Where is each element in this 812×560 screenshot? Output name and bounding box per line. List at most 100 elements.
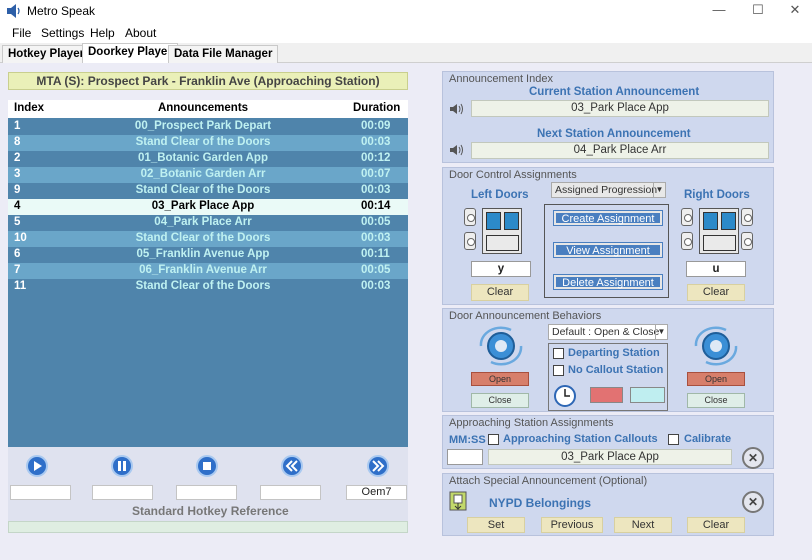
menu-about[interactable]: About xyxy=(125,26,156,40)
cell-announcement: 03_Park Place App xyxy=(151,200,255,212)
view-assignment-button[interactable]: View Assignment xyxy=(553,242,663,258)
close-button[interactable]: ✕ xyxy=(772,0,812,23)
menu-file[interactable]: File xyxy=(12,26,31,40)
behavior-options-box: Departing Station No Callout Station xyxy=(548,343,668,411)
table-row[interactable]: 3 02_Botanic Garden Arr 00:07 xyxy=(8,167,408,183)
cyan-color-swatch[interactable] xyxy=(630,387,665,403)
table-row[interactable]: 9 Stand Clear of the Doors 00:03 xyxy=(8,183,408,199)
fast-forward-icon xyxy=(372,460,385,472)
left-toggle-bottom[interactable] xyxy=(464,232,476,250)
right-toggle-far-bottom[interactable] xyxy=(741,232,753,250)
previous-button-special[interactable]: Previous xyxy=(541,517,603,533)
behavior-dropdown[interactable]: Default : Open & Close ▼ xyxy=(548,324,668,340)
attachment-icon xyxy=(449,491,467,511)
chevron-down-icon: ▼ xyxy=(653,183,665,197)
left-clear-button[interactable]: Clear xyxy=(471,284,529,301)
tab-doorkey-player[interactable]: Doorkey Player xyxy=(82,43,178,63)
left-door-gear-icon[interactable] xyxy=(473,325,529,367)
table-row[interactable]: 4 03_Park Place App 00:14 xyxy=(8,199,408,215)
approaching-callouts-label: Approaching Station Callouts xyxy=(503,433,658,445)
left-toggle-top[interactable] xyxy=(464,208,476,226)
cell-duration: 00:12 xyxy=(361,152,391,164)
assignment-box: Create Assignment View Assignment Delete… xyxy=(544,204,669,298)
right-key-field[interactable]: u xyxy=(686,261,746,277)
speaker-icon[interactable] xyxy=(449,103,465,115)
table-row[interactable]: 7 06_Franklin Avenue Arr 00:05 xyxy=(8,263,408,279)
table-row[interactable]: 10 Stand Clear of the Doors 00:03 xyxy=(8,231,408,247)
departing-station-checkbox[interactable] xyxy=(553,348,564,359)
stop-icon xyxy=(203,462,211,470)
left-open-button[interactable]: Open xyxy=(471,372,529,386)
cell-announcement: Stand Clear of the Doors xyxy=(135,232,271,244)
speaker-icon[interactable] xyxy=(449,144,465,156)
mmss-input[interactable] xyxy=(447,449,483,465)
play-button[interactable] xyxy=(26,455,48,477)
table-row[interactable]: 5 04_Park Place Arr 00:05 xyxy=(8,215,408,231)
calibrate-checkbox[interactable] xyxy=(668,434,679,445)
cell-index: 8 xyxy=(14,136,21,148)
clear-button-special[interactable]: Clear xyxy=(687,517,745,533)
approaching-callouts-checkbox[interactable] xyxy=(488,434,499,445)
table-row[interactable]: 1 00_Prospect Park Depart 00:09 xyxy=(8,119,408,135)
panel-title: Approaching Station Assignments xyxy=(449,417,614,429)
header-announcements: Announcements xyxy=(157,102,249,114)
set-button[interactable]: Set xyxy=(467,517,525,533)
cell-index: 4 xyxy=(14,200,21,212)
next-button[interactable] xyxy=(367,455,389,477)
hotkey-box-4 xyxy=(260,485,321,500)
calibrate-label: Calibrate xyxy=(684,433,732,445)
dropdown-value: Assigned Progression xyxy=(555,184,658,196)
special-announcement-name: NYPD Belongings xyxy=(489,496,592,510)
cell-announcement: 04_Park Place Arr xyxy=(154,216,252,228)
delete-assignment-button[interactable]: Delete Assignment xyxy=(553,274,663,290)
panel-title: Attach Special Announcement (Optional) xyxy=(449,475,648,487)
right-toggle-top[interactable] xyxy=(681,208,693,226)
header-duration: Duration xyxy=(353,102,401,114)
table-row[interactable]: 2 01_Botanic Garden App 00:12 xyxy=(8,151,408,167)
table-row[interactable]: 8 Stand Clear of the Doors 00:03 xyxy=(8,135,408,151)
remove-special-button[interactable]: ✕ xyxy=(742,491,764,513)
right-door-gear-icon[interactable] xyxy=(688,325,744,367)
table-row[interactable]: 11 Stand Clear of the Doors 00:03 xyxy=(8,279,408,295)
right-open-button[interactable]: Open xyxy=(687,372,745,386)
right-toggle-bottom[interactable] xyxy=(681,232,693,250)
announcement-table[interactable]: Index Announcements Duration 1 00_Prospec… xyxy=(8,100,408,447)
tab-hotkey-player[interactable]: Hotkey Player xyxy=(2,45,91,63)
stop-button[interactable] xyxy=(196,455,218,477)
menu-help[interactable]: Help xyxy=(90,26,115,40)
cell-duration: 00:11 xyxy=(361,248,390,260)
cell-announcement: 01_Botanic Garden App xyxy=(138,152,268,164)
previous-button[interactable] xyxy=(281,455,303,477)
clock-icon[interactable] xyxy=(553,384,577,408)
hotkey-box-1 xyxy=(10,485,71,500)
door-control-panel: Door Control Assignments Left Doors Righ… xyxy=(442,167,774,305)
panel-title: Door Announcement Behaviors xyxy=(449,310,602,322)
progression-dropdown[interactable]: Assigned Progression ▼ xyxy=(551,182,666,198)
cell-announcement: 06_Franklin Avenue Arr xyxy=(139,264,267,276)
doorkey-player-page: ~ ~ ~ ~ ~ ~ ~ ~ ~ ~ ~ ~ ~ ~ ~ ~ ~ ~ ~ ~ … xyxy=(0,63,812,560)
cell-announcement: Stand Clear of the Doors xyxy=(135,280,271,292)
cell-index: 10 xyxy=(14,232,27,244)
last-key-box: Oem7 xyxy=(346,485,407,500)
next-button-special[interactable]: Next xyxy=(614,517,672,533)
hotkey-box-3 xyxy=(176,485,237,500)
cell-duration: 00:03 xyxy=(361,280,391,292)
left-close-button[interactable]: Close xyxy=(471,393,529,408)
right-close-button[interactable]: Close xyxy=(687,393,745,408)
create-assignment-button[interactable]: Create Assignment xyxy=(553,210,663,226)
no-callout-label: No Callout Station xyxy=(568,364,664,376)
current-announcement-field: 03_Park Place App xyxy=(471,100,769,117)
table-row[interactable]: 6 05_Franklin Avenue App 00:11 xyxy=(8,247,408,263)
no-callout-checkbox[interactable] xyxy=(553,365,564,376)
menu-settings[interactable]: Settings xyxy=(41,26,84,40)
left-key-field[interactable]: y xyxy=(471,261,531,277)
cell-duration: 00:03 xyxy=(361,136,391,148)
tab-strip: Hotkey Player Doorkey Player Data File M… xyxy=(0,43,812,63)
tab-data-file-manager[interactable]: Data File Manager xyxy=(168,45,279,63)
remove-approaching-button[interactable]: ✕ xyxy=(742,447,764,469)
red-color-swatch[interactable] xyxy=(590,387,623,403)
approaching-announcement-field: 03_Park Place App xyxy=(488,449,732,465)
right-clear-button[interactable]: Clear xyxy=(687,284,745,301)
pause-button[interactable] xyxy=(111,455,133,477)
right-toggle-far-top[interactable] xyxy=(741,208,753,226)
